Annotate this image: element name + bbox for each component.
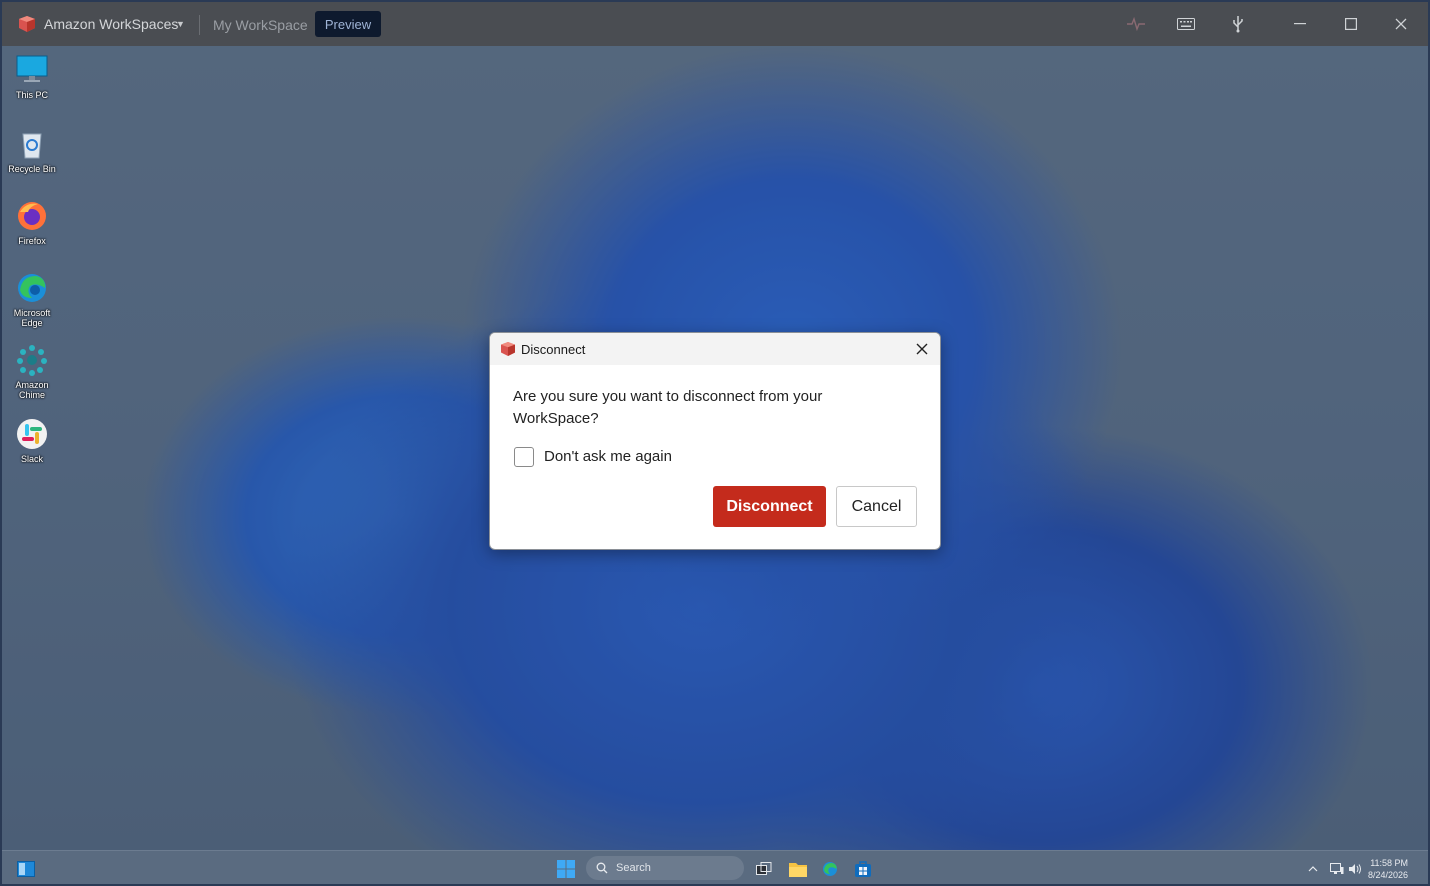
desktop-icon-firefox[interactable]: Firefox <box>6 198 58 246</box>
edge-taskbar-icon[interactable] <box>820 859 840 879</box>
taskbar-clock[interactable]: 11:58 PM 8/24/2026 <box>1368 857 1408 881</box>
monitor-icon <box>16 55 48 82</box>
start-icon[interactable] <box>556 859 576 879</box>
workspaces-logo-icon <box>19 16 35 32</box>
dialog-message: Are you sure you want to disconnect from… <box>513 388 823 427</box>
preview-badge[interactable]: Preview <box>315 11 381 37</box>
edge-icon <box>18 274 46 302</box>
desktop-icon-slack[interactable]: Slack <box>6 416 58 464</box>
cancel-button[interactable]: Cancel <box>836 486 917 527</box>
chevron-down-icon[interactable]: ▼ <box>176 19 185 29</box>
dialog-close-button[interactable] <box>914 341 930 357</box>
close-window-icon[interactable] <box>1391 14 1411 34</box>
dont-ask-checkbox[interactable] <box>514 447 534 467</box>
store-icon[interactable] <box>853 859 873 879</box>
desktop-icon-recycle-bin[interactable]: Recycle Bin <box>6 126 58 174</box>
clock-time: 11:58 PM <box>1370 858 1409 868</box>
usb-icon[interactable] <box>1228 14 1248 34</box>
close-icon <box>916 343 928 355</box>
file-explorer-icon[interactable] <box>788 859 808 879</box>
volume-icon[interactable] <box>1345 859 1365 879</box>
search-icon <box>596 862 608 874</box>
workspaces-logo-icon <box>501 342 515 356</box>
workspace-name: My WorkSpace <box>213 17 308 33</box>
title-bar: Amazon WorkSpaces ▼ My WorkSpace Preview <box>2 2 1428 46</box>
taskbar-search[interactable]: Search <box>586 856 744 880</box>
search-placeholder: Search <box>616 862 651 874</box>
health-pulse-icon[interactable] <box>1126 14 1146 34</box>
maximize-icon[interactable] <box>1341 14 1361 34</box>
chevron-up-icon[interactable] <box>1303 859 1323 879</box>
widgets-icon[interactable] <box>16 859 36 879</box>
dialog-title: Disconnect <box>521 342 586 357</box>
firefox-icon <box>18 202 46 230</box>
task-view-icon[interactable] <box>754 859 774 879</box>
dont-ask-label[interactable]: Don't ask me again <box>544 448 672 465</box>
disconnect-dialog: Disconnect Are you sure you want to disc… <box>489 332 941 550</box>
slack-icon <box>17 419 47 449</box>
title-divider <box>199 15 200 35</box>
recycle-bin-icon <box>22 133 42 159</box>
desktop-icon-edge[interactable]: Microsoft Edge <box>6 270 58 328</box>
taskbar: Search 11:58 PM 8/24/2026 <box>2 850 1428 884</box>
workspaces-window: Amazon WorkSpaces ▼ My WorkSpace Preview… <box>2 2 1428 884</box>
desktop-icon-amazon-chime[interactable]: Amazon Chime <box>6 342 58 400</box>
dialog-header: Disconnect <box>490 333 940 365</box>
minimize-icon[interactable] <box>1290 14 1310 34</box>
chime-icon <box>17 345 47 376</box>
desktop-icon-this-pc[interactable]: This PC <box>6 52 58 100</box>
network-icon[interactable] <box>1327 859 1347 879</box>
disconnect-button[interactable]: Disconnect <box>713 486 826 527</box>
app-title[interactable]: Amazon WorkSpaces <box>44 16 178 32</box>
clock-date: 8/24/2026 <box>1368 870 1409 880</box>
keyboard-icon[interactable] <box>1176 14 1196 34</box>
